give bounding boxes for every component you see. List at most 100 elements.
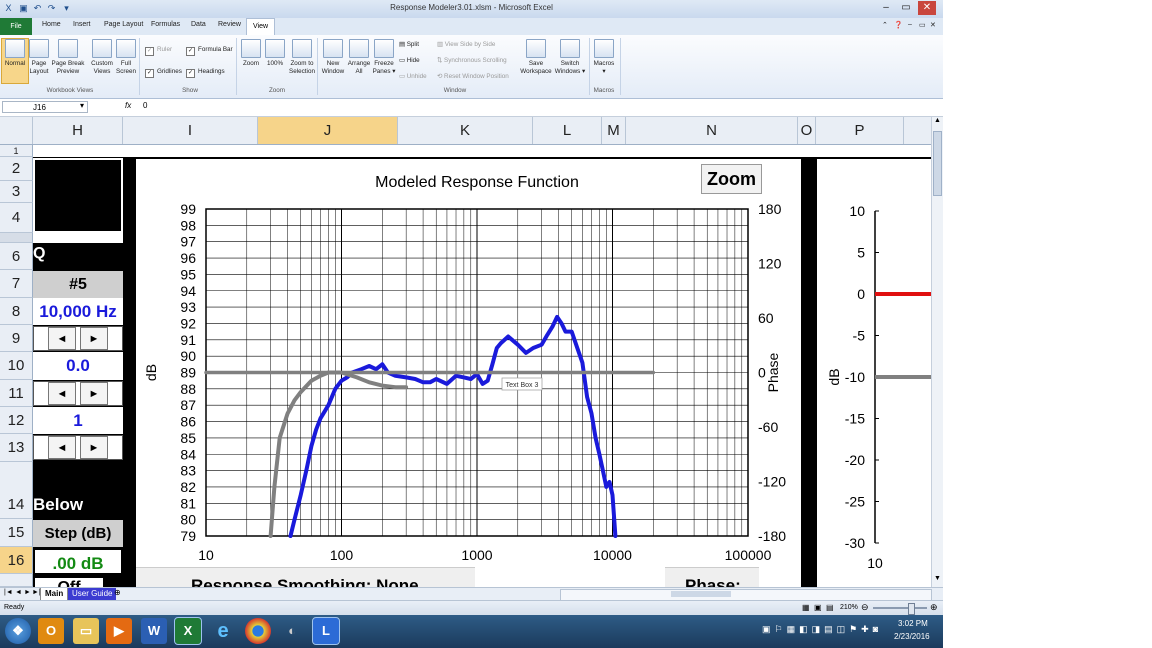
- frequency-value[interactable]: 10,000 Hz: [33, 298, 123, 325]
- tab-page-layout[interactable]: Page Layout: [104, 21, 143, 28]
- column-header-h[interactable]: H: [33, 117, 123, 144]
- chrome-icon[interactable]: [245, 618, 271, 644]
- chevron-down-icon[interactable]: ▾: [80, 101, 84, 110]
- gain-right-arrow-icon[interactable]: ►: [80, 382, 108, 405]
- ruler-checkbox[interactable]: ✓ Ruler: [145, 46, 172, 56]
- gain-value[interactable]: 0.0: [33, 352, 123, 380]
- freq-right-arrow-icon[interactable]: ►: [80, 327, 108, 350]
- clock-time[interactable]: 3:02 PM: [898, 619, 928, 628]
- zoom-dialog-button[interactable]: Zoom: [240, 39, 262, 68]
- column-header-o[interactable]: O: [798, 117, 816, 144]
- column-header-l[interactable]: L: [533, 117, 602, 144]
- column-header-p[interactable]: P: [816, 117, 904, 144]
- save-workspace-button[interactable]: Save Workspace: [519, 39, 553, 76]
- new-window-button[interactable]: New Window: [320, 39, 346, 76]
- internet-explorer-icon[interactable]: e: [210, 618, 236, 644]
- row-header-6[interactable]: 6: [0, 243, 33, 270]
- q-value[interactable]: 1: [33, 407, 123, 434]
- row-header-1[interactable]: 1: [0, 145, 33, 157]
- zoom-in-icon[interactable]: ⊕: [930, 602, 938, 613]
- word-icon[interactable]: W: [141, 618, 167, 644]
- select-all-corner[interactable]: [0, 117, 33, 144]
- hide-button[interactable]: ▭ Hide: [399, 57, 420, 65]
- page-layout-view-icon[interactable]: ▣: [814, 603, 822, 612]
- page-break-view-icon[interactable]: ▤: [826, 603, 834, 612]
- normal-view-icon[interactable]: ▦: [802, 603, 810, 612]
- workbook-minimize-icon[interactable]: –: [908, 21, 912, 28]
- media-player-icon[interactable]: ▶: [106, 618, 132, 644]
- excel-taskbar-icon[interactable]: X: [174, 617, 202, 645]
- tray-icons[interactable]: ▣⚐▦◧◨▤◫⚑✚◙: [762, 624, 882, 635]
- close-button[interactable]: ✕: [918, 1, 936, 15]
- smoothing-control[interactable]: Response Smoothing: None: [136, 567, 475, 587]
- tab-insert[interactable]: Insert: [73, 21, 91, 28]
- sheet-tab-user-guide[interactable]: User Guide: [68, 588, 117, 600]
- q-right-arrow-icon[interactable]: ►: [80, 436, 108, 459]
- tab-formulas[interactable]: Formulas: [151, 21, 180, 28]
- split-button[interactable]: ▤ Split: [399, 41, 419, 49]
- column-header-m[interactable]: M: [602, 117, 626, 144]
- row-header-9[interactable]: 9: [0, 325, 33, 352]
- row-header-13[interactable]: 13: [0, 434, 33, 462]
- scroll-down-icon[interactable]: ▼: [933, 575, 942, 585]
- vertical-scrollbar[interactable]: ▲ ▼: [931, 117, 943, 587]
- freq-left-arrow-icon[interactable]: ◄: [48, 327, 76, 350]
- formula-bar-checkbox[interactable]: ✓ Formula Bar: [186, 46, 233, 56]
- help-icon[interactable]: ❓: [894, 21, 903, 29]
- step-value[interactable]: .00 dB: [33, 548, 123, 575]
- formula-input[interactable]: 0: [143, 101, 147, 110]
- column-header-k[interactable]: K: [398, 117, 533, 144]
- gain-left-arrow-icon[interactable]: ◄: [48, 382, 76, 405]
- explorer-folder-icon[interactable]: ▭: [73, 618, 99, 644]
- zoom-to-selection-button[interactable]: Zoom to Selection: [288, 39, 316, 76]
- restore-button[interactable]: ▭: [897, 1, 915, 15]
- synchronous-scrolling-button[interactable]: ⇅ Synchronous Scrolling: [437, 57, 507, 65]
- row-header-3[interactable]: 3: [0, 181, 33, 203]
- h-scrollbar-thumb[interactable]: [671, 591, 731, 597]
- tab-view[interactable]: View: [246, 18, 276, 35]
- zoom-level[interactable]: 210%: [840, 604, 858, 611]
- macros-button[interactable]: Macros ▾: [591, 39, 617, 76]
- filter-response-chart[interactable]: 10 5 0 -5 -10 -15 -20 -25 -30 dB 10: [815, 157, 931, 587]
- zoom-slider-thumb[interactable]: [908, 603, 915, 615]
- headings-checkbox[interactable]: ✓ Headings: [186, 68, 225, 78]
- modeled-response-chart[interactable]: Zoom Modeled Response Function 99 98 97 96 95…: [134, 157, 803, 587]
- tab-review[interactable]: Review: [218, 21, 241, 28]
- app-icon[interactable]: ◐: [279, 618, 305, 644]
- outlook-icon[interactable]: O: [38, 618, 64, 644]
- scrollbar-thumb[interactable]: [933, 131, 942, 196]
- column-header-j[interactable]: J: [258, 117, 398, 144]
- insert-sheet-icon[interactable]: ⊕: [114, 588, 121, 597]
- off-button[interactable]: Off: [35, 578, 103, 587]
- ribbon-minimize-icon[interactable]: ⌃: [882, 21, 888, 29]
- name-box[interactable]: J16: [2, 101, 88, 113]
- tab-data[interactable]: Data: [191, 21, 206, 28]
- scroll-up-icon[interactable]: ▲: [933, 117, 942, 127]
- switch-windows-button[interactable]: Switch Windows ▾: [553, 39, 587, 76]
- fx-icon[interactable]: fx: [125, 101, 131, 110]
- workbook-close-icon[interactable]: ✕: [930, 21, 936, 29]
- tab-home[interactable]: Home: [42, 21, 61, 28]
- zoom-slider[interactable]: [873, 603, 927, 615]
- row-header-8[interactable]: 8: [0, 298, 33, 325]
- row-header-12[interactable]: 12: [0, 407, 33, 434]
- row-header-2[interactable]: 2: [0, 157, 33, 181]
- unhide-button[interactable]: ▭ Unhide: [399, 73, 427, 81]
- page-layout-button[interactable]: Page Layout: [28, 39, 50, 76]
- phase-control[interactable]: Phase:: [665, 567, 759, 587]
- reset-window-position-button[interactable]: ⟲ Reset Window Position: [437, 73, 509, 81]
- row-header-4[interactable]: 4: [0, 203, 33, 233]
- row-header-15[interactable]: 15: [0, 519, 33, 547]
- view-side-by-side-button[interactable]: ▥ View Side by Side: [437, 41, 495, 49]
- modeler-app-icon[interactable]: L: [312, 617, 340, 645]
- row-header-7[interactable]: 7: [0, 270, 33, 298]
- start-button-icon[interactable]: ❖: [5, 618, 31, 644]
- row-header-16[interactable]: 16: [0, 547, 33, 574]
- column-header-i[interactable]: I: [123, 117, 258, 144]
- worksheet[interactable]: Q #5 10,000 Hz ◄ ► 0.0 ◄ ► 1 ◄ ► Below S…: [33, 145, 931, 587]
- tab-nav-next-icon[interactable]: ►: [24, 589, 31, 596]
- normal-view-button[interactable]: Normal: [1, 38, 29, 84]
- column-header-n[interactable]: N: [626, 117, 798, 144]
- row-header-11[interactable]: 11: [0, 380, 33, 407]
- freeze-panes-button[interactable]: Freeze Panes ▾: [371, 39, 397, 76]
